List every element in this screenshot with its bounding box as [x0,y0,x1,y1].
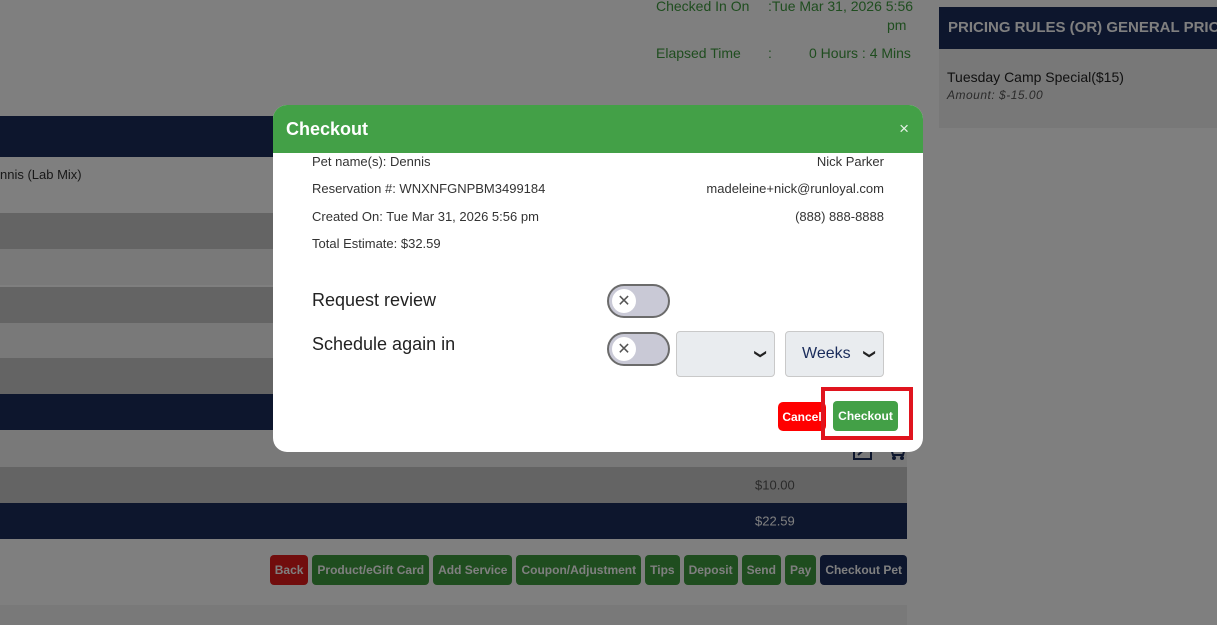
schedule-again-toggle[interactable]: ✕ [607,332,670,366]
x-icon: ✕ [612,337,636,361]
owner-email: madeleine+nick@runloyal.com [706,181,884,196]
reservation-info: Pet name(s): Dennis Reservation #: WNXNF… [273,153,923,263]
close-icon[interactable]: × [899,119,909,139]
x-icon: ✕ [612,289,636,313]
chevron-down-icon: ❯ [862,348,877,360]
pet-names: Pet name(s): Dennis [312,154,431,169]
schedule-count-select[interactable]: ❯ [676,331,775,377]
owner-name: Nick Parker [816,154,884,169]
reservation-number: Reservation #: WNXNFGNPBM3499184 [312,181,546,196]
owner-phone: (888) 888-8888 [795,209,884,224]
checkout-highlight-box [821,387,913,440]
checkout-modal: Checkout × Pet name(s): Dennis Reservati… [273,105,923,452]
modal-header: Checkout × [273,105,923,153]
request-review-toggle[interactable]: ✕ [607,284,670,318]
schedule-again-label: Schedule again in [312,334,456,354]
chevron-down-icon: ❯ [753,348,768,360]
total-estimate: Total Estimate: $32.59 [312,236,441,251]
cancel-button[interactable]: Cancel [778,402,826,431]
request-review-label: Request review [312,290,437,310]
created-on: Created On: Tue Mar 31, 2026 5:56 pm [312,209,539,224]
schedule-unit-select[interactable]: Weeks ❯ [785,331,884,377]
schedule-unit-value: Weeks [802,345,851,362]
modal-title: Checkout [286,118,369,139]
